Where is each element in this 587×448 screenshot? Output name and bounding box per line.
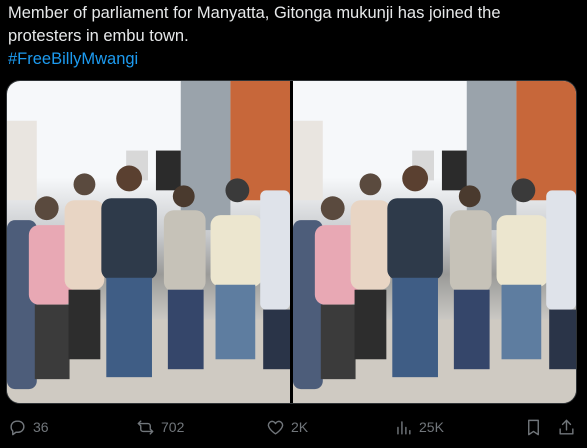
repost-count: 702 (161, 419, 185, 435)
hashtag-link[interactable]: #FreeBillyMwangi (8, 48, 578, 71)
share-icon (559, 419, 574, 435)
crowd-photo-icon (293, 81, 576, 403)
tweet-text: Member of parliament for Manyatta, Giton… (8, 2, 578, 71)
tweet-photo-1[interactable] (7, 81, 290, 403)
bookmark-icon (528, 419, 539, 435)
like-button[interactable]: 2K (266, 416, 308, 438)
tweet-body: Member of parliament for Manyatta, Giton… (8, 4, 501, 45)
crowd-photo-icon (7, 81, 290, 403)
share-button[interactable] (557, 416, 576, 438)
like-count: 2K (291, 419, 309, 435)
tweet-actions-bar: 36 702 2K 25K (0, 410, 587, 448)
views-button[interactable]: 25K (394, 416, 444, 438)
views-count: 25K (419, 419, 444, 435)
bookmark-button[interactable] (524, 416, 543, 438)
heart-icon (267, 420, 284, 435)
media-grid (6, 80, 577, 404)
reply-button[interactable]: 36 (8, 416, 49, 438)
repost-button[interactable]: 702 (136, 416, 184, 438)
reply-icon (10, 419, 25, 435)
views-icon (397, 420, 411, 435)
tweet-photo-2[interactable] (293, 81, 576, 403)
reply-count: 36 (33, 419, 49, 435)
repost-icon (137, 419, 154, 435)
